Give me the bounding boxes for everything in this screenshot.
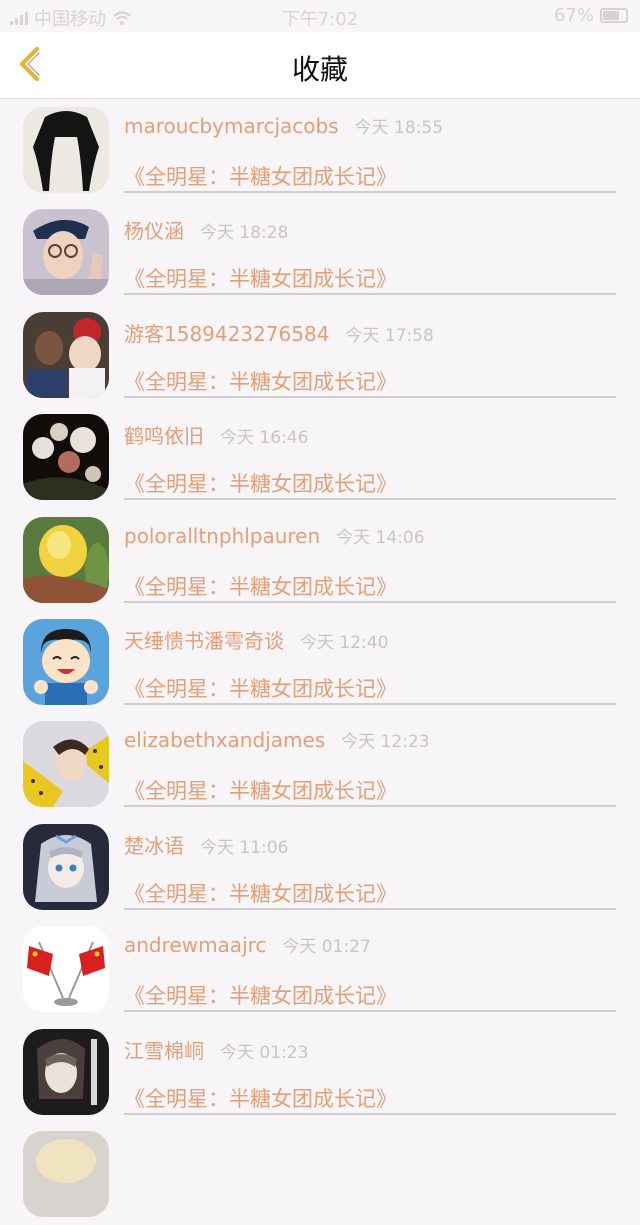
- list-item[interactable]: 天缍愦书潘雩奇谈 今天 12:40 《全明星：半糖女团成长记》: [0, 611, 640, 713]
- avatar[interactable]: [23, 516, 109, 603]
- user-name[interactable]: maroucbymarcjacobs: [124, 114, 339, 138]
- divider: [124, 498, 616, 501]
- avatar[interactable]: [23, 107, 109, 193]
- user-line: 楚冰语 今天 11:06: [124, 830, 288, 859]
- page-title: 收藏: [291, 53, 348, 86]
- battery-icon: [600, 8, 628, 23]
- user-name[interactable]: andrewmaajrc: [124, 933, 266, 957]
- divider: [124, 702, 616, 705]
- timestamp: 今天 18:55: [354, 118, 444, 138]
- list-item[interactable]: poloralltnphlpauren 今天 14:06 《全明星：半糖女团成长记…: [0, 509, 640, 611]
- nav-bar: 收藏: [0, 32, 640, 99]
- divider: [124, 293, 616, 296]
- divider: [124, 1010, 616, 1013]
- user-name[interactable]: elizabethxandjames: [124, 728, 325, 752]
- list-item[interactable]: 游客1589423276584 今天 17:58 《全明星：半糖女团成长记》: [0, 304, 640, 406]
- user-line: 游客1589423276584 今天 17:58: [124, 318, 434, 347]
- work-title[interactable]: 《全明星：半糖女团成长记》: [124, 980, 397, 1010]
- user-name[interactable]: 鹤鸣依旧: [124, 424, 204, 448]
- timestamp: 今天 14:06: [336, 527, 425, 548]
- avatar[interactable]: [23, 209, 109, 296]
- timestamp: 今天 01:27: [282, 937, 371, 958]
- work-title[interactable]: 《全明星：半糖女团成长记》: [124, 878, 397, 908]
- timestamp: 今天 18:28: [200, 223, 289, 244]
- list-item[interactable]: 江雪棉峒 今天 01:23 《全明星：半糖女团成长记》: [0, 1021, 640, 1123]
- timestamp: 今天 11:06: [200, 837, 289, 858]
- list-item[interactable]: 楚冰语 今天 11:06 《全明星：半糖女团成长记》: [0, 816, 640, 918]
- user-line: elizabethxandjames 今天 12:23: [124, 727, 430, 752]
- user-line: maroucbymarcjacobs 今天 18:55: [124, 113, 443, 138]
- work-title[interactable]: 《全明星：半糖女团成长记》: [124, 571, 397, 601]
- avatar[interactable]: [23, 721, 109, 808]
- avatar[interactable]: [23, 926, 109, 1013]
- divider: [124, 600, 616, 603]
- status-time: 下午7:02: [281, 9, 359, 30]
- user-line: andrewmaajrc 今天 01:27: [124, 932, 371, 957]
- user-line: poloralltnphlpauren 今天 14:06: [124, 523, 425, 548]
- user-name[interactable]: 杨仪涵: [124, 219, 184, 243]
- avatar[interactable]: [23, 823, 109, 910]
- work-title[interactable]: 《全明星：半糖女团成长记》: [124, 468, 397, 498]
- list-item[interactable]: 杨仪涵 今天 18:28 《全明星：半糖女团成长记》: [0, 201, 640, 303]
- divider: [124, 907, 616, 910]
- battery-percent: 67%: [553, 5, 594, 26]
- divider: [124, 1112, 616, 1115]
- user-name[interactable]: poloralltnphlpauren: [124, 524, 320, 548]
- user-line: 杨仪涵 今天 18:28: [124, 215, 288, 244]
- user-line: 天缍愦书潘雩奇谈 今天 12:40: [124, 625, 388, 654]
- avatar[interactable]: [23, 1028, 109, 1115]
- timestamp: 今天 12:40: [300, 632, 389, 653]
- avatar[interactable]: [23, 618, 109, 705]
- work-title[interactable]: 《全明星：半糖女团成长记》: [124, 263, 397, 293]
- user-name[interactable]: 江雪棉峒: [124, 1039, 204, 1063]
- timestamp: 今天 12:23: [341, 732, 430, 753]
- work-title[interactable]: 《全明星：半糖女团成长记》: [124, 673, 397, 703]
- list-item-partial[interactable]: [0, 1123, 640, 1225]
- status-bar: 中国移动 下午7:02 67%: [0, 0, 640, 32]
- user-line: 鹤鸣依旧 今天 16:46: [124, 420, 308, 449]
- user-name[interactable]: 天缍愦书潘雩奇谈: [124, 629, 284, 653]
- divider: [124, 191, 616, 193]
- battery-info: 67%: [554, 5, 628, 26]
- work-title[interactable]: 《全明星：半糖女团成长记》: [124, 1083, 397, 1113]
- favorites-list: maroucbymarcjacobs 今天 18:55 《全明星：半糖女团成长记》…: [0, 99, 640, 1225]
- work-title[interactable]: 《全明星：半糖女团成长记》: [124, 366, 397, 396]
- list-item[interactable]: 鹤鸣依旧 今天 16:46 《全明星：半糖女团成长记》: [0, 406, 640, 508]
- list-item[interactable]: elizabethxandjames 今天 12:23 《全明星：半糖女团成长记》: [0, 713, 640, 815]
- user-name[interactable]: 游客1589423276584: [124, 322, 329, 346]
- divider: [124, 805, 616, 808]
- divider: [124, 395, 616, 398]
- work-title[interactable]: 《全明星：半糖女团成长记》: [124, 161, 397, 191]
- timestamp: 今天 01:23: [220, 1042, 309, 1063]
- avatar[interactable]: [23, 414, 109, 501]
- timestamp: 今天 17:58: [345, 325, 434, 346]
- list-item[interactable]: maroucbymarcjacobs 今天 18:55 《全明星：半糖女团成长记》: [0, 99, 640, 201]
- user-name[interactable]: 楚冰语: [124, 834, 184, 858]
- work-title[interactable]: 《全明星：半糖女团成长记》: [124, 775, 397, 805]
- user-line: 江雪棉峒 今天 01:23: [124, 1035, 308, 1064]
- avatar[interactable]: [23, 311, 109, 398]
- avatar[interactable]: [23, 1130, 109, 1217]
- timestamp: 今天 16:46: [220, 428, 309, 449]
- list-item[interactable]: andrewmaajrc 今天 01:27 《全明星：半糖女团成长记》: [0, 918, 640, 1020]
